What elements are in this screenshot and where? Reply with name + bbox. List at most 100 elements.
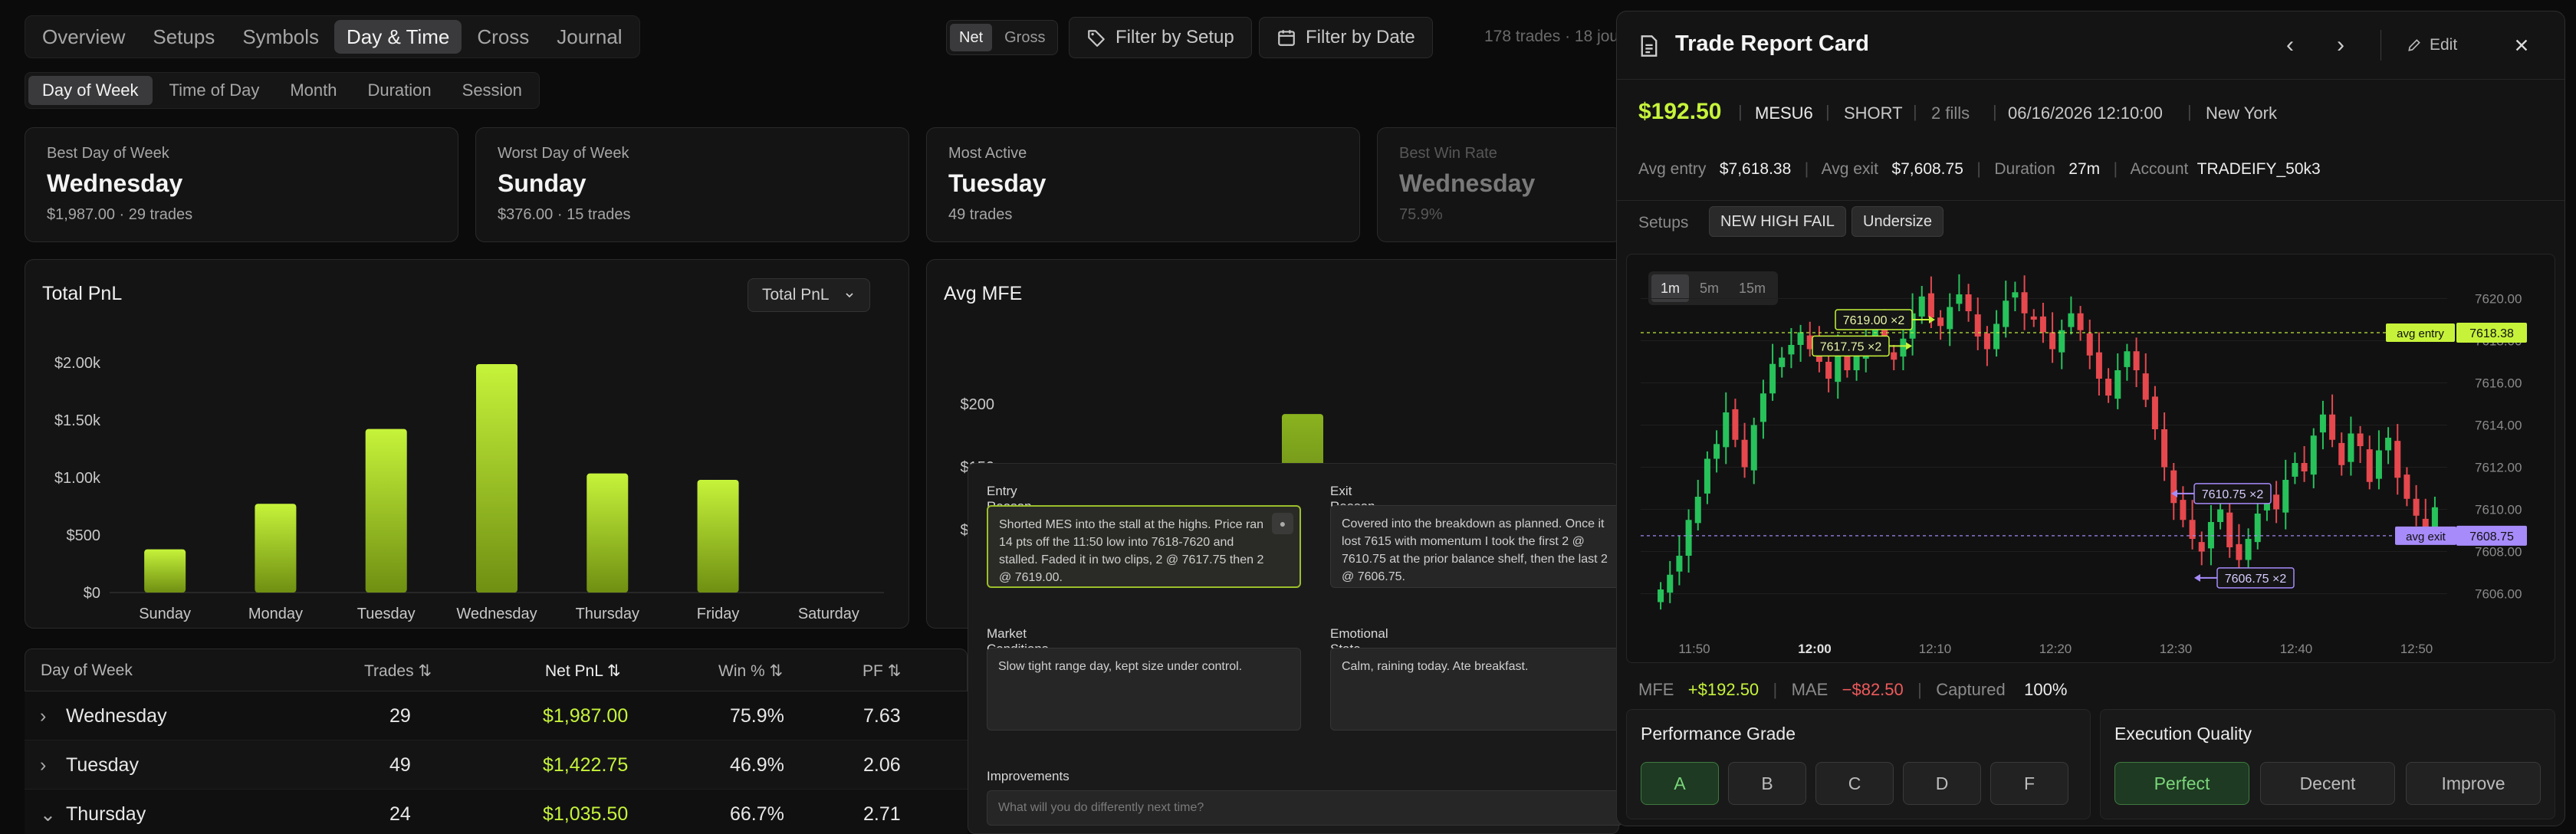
candle-body xyxy=(2039,316,2046,333)
setup-tag-undersize[interactable]: Undersize xyxy=(1852,206,1944,237)
market-conditions-input[interactable]: Slow tight range day, kept size under co… xyxy=(987,648,1301,731)
candle-body xyxy=(2366,449,2373,482)
tab-symbols[interactable]: Symbols xyxy=(230,20,331,54)
tab-overview[interactable]: Overview xyxy=(30,20,137,54)
improvements-input[interactable]: What will you do differently next time? xyxy=(987,790,1623,826)
candle-body xyxy=(2310,435,2317,475)
avg-entry-label: Avg entry xyxy=(1638,160,1707,178)
candle-body xyxy=(1676,556,1683,572)
candle-body xyxy=(1956,294,1963,304)
subtab-day-of-week[interactable]: Day of Week xyxy=(28,76,153,105)
stat-label: Most Active xyxy=(948,145,1027,162)
col-day[interactable]: Day of Week xyxy=(41,662,133,680)
execution-quality-section: Execution Quality Perfect Decent Improve xyxy=(2100,709,2555,819)
stat-sub: 49 trades xyxy=(948,206,1013,223)
y-tick-label: 7606.00 xyxy=(2475,587,2522,602)
candle-body xyxy=(2133,351,2140,370)
candle-body xyxy=(1732,409,1739,440)
candle-body xyxy=(1797,332,1804,345)
x-tick-label: Friday xyxy=(697,606,740,622)
filter-setup-label: Filter by Setup xyxy=(1116,27,1234,48)
col-label: Net PnL xyxy=(545,662,603,680)
exit-reason-input[interactable]: Covered into the breakdown as planned. O… xyxy=(1330,505,1622,588)
tab-cross[interactable]: Cross xyxy=(465,20,541,54)
grade-c-button[interactable]: C xyxy=(1815,762,1894,805)
candle-body xyxy=(2236,543,2242,560)
next-trade-button[interactable]: › xyxy=(2325,30,2356,61)
candle-body xyxy=(1853,355,1860,370)
subtab-session[interactable]: Session xyxy=(449,76,536,105)
separator: | xyxy=(1763,680,1787,699)
subtab-month[interactable]: Month xyxy=(276,76,350,105)
net-toggle[interactable]: Net xyxy=(950,24,993,51)
subtab-duration[interactable]: Duration xyxy=(353,76,445,105)
execution-quality-label: Execution Quality xyxy=(2114,724,2252,744)
tag-icon xyxy=(1088,30,1105,47)
candle-body xyxy=(2012,292,2019,298)
setups-label: Setups xyxy=(1638,214,1689,231)
col-net-pnl[interactable]: Net PnL ⇅ xyxy=(545,662,621,681)
table-row[interactable]: › Wednesday 29 $1,987.00 75.9% 7.63 xyxy=(25,691,968,740)
chevron-right-icon[interactable]: › xyxy=(40,754,46,777)
x-tick-label: Sunday xyxy=(139,606,191,622)
subtab-time-of-day[interactable]: Time of Day xyxy=(156,76,274,105)
table-row[interactable]: ⌄ Thursday 24 $1,035.50 66.7% 2.71 xyxy=(25,790,968,834)
table-row[interactable]: › Tuesday 49 $1,422.75 46.9% 2.06 xyxy=(25,740,968,790)
x-tick-label: 12:00 xyxy=(1798,642,1831,656)
fill-annotation-label: 7619.00 ×2 xyxy=(1843,314,1905,327)
candle-body xyxy=(1965,294,1972,311)
y-tick-label: $0 xyxy=(84,585,100,602)
grade-d-button[interactable]: D xyxy=(1903,762,1981,805)
bar xyxy=(144,549,186,593)
microphone-icon[interactable]: ● xyxy=(1272,513,1293,534)
separator: | xyxy=(2104,160,2127,178)
emotional-state-input[interactable]: Calm, raining today. Ate breakfast. xyxy=(1330,648,1622,731)
grade-f-button[interactable]: F xyxy=(1990,762,2068,805)
pnl-metric-select[interactable]: Total PnL xyxy=(748,278,870,312)
mae-label: MAE xyxy=(1791,680,1829,699)
grade-a-button[interactable]: A xyxy=(1641,762,1719,805)
chevron-right-icon[interactable]: › xyxy=(40,705,46,727)
stat-value: Sunday xyxy=(498,169,586,197)
trade-datetime: 06/16/2026 12:10:00 xyxy=(2008,103,2163,123)
avg-exit-tag: avg exit xyxy=(2406,530,2446,543)
cell-trades: 29 xyxy=(389,705,411,727)
exec-improve-button[interactable]: Improve xyxy=(2406,762,2541,805)
gross-toggle[interactable]: Gross xyxy=(995,24,1054,51)
close-button[interactable] xyxy=(2506,30,2537,61)
exec-decent-button[interactable]: Decent xyxy=(2260,762,2395,805)
fill-annotation-label: 7617.75 ×2 xyxy=(1820,340,1882,353)
bar xyxy=(586,473,629,593)
tab-journal[interactable]: Journal xyxy=(544,20,634,54)
candle-body xyxy=(2058,330,2065,353)
edit-button[interactable]: Edit xyxy=(2407,30,2457,61)
avg-entry-tag: avg entry xyxy=(2397,327,2444,340)
candle-body xyxy=(2394,441,2401,478)
mae-value: −$82.50 xyxy=(1842,680,1904,699)
tab-day-time[interactable]: Day & Time xyxy=(334,20,462,54)
col-trades[interactable]: Trades ⇅ xyxy=(364,662,432,681)
filter-date-button[interactable]: Filter by Date xyxy=(1259,17,1433,58)
panel-title: Trade Report Card xyxy=(1675,31,1869,56)
entry-reason-input[interactable]: Shorted MES into the stall at the highs.… xyxy=(987,505,1301,588)
x-tick-label: Wednesday xyxy=(456,606,537,622)
x-tick-label: Tuesday xyxy=(357,606,416,622)
avg-entry-value: $7,618.38 xyxy=(1719,160,1792,178)
chevron-down-icon[interactable]: ⌄ xyxy=(40,803,56,826)
filter-setup-button[interactable]: Filter by Setup xyxy=(1069,17,1252,58)
tab-setups[interactable]: Setups xyxy=(140,20,227,54)
stat-card-most-active: Most Active Tuesday 49 trades xyxy=(926,127,1360,242)
col-pf[interactable]: PF ⇅ xyxy=(863,662,901,681)
candle-body xyxy=(2124,351,2131,367)
trades-count: 178 trades · 18 jou xyxy=(1484,28,1619,45)
setup-tag-new-high-fail[interactable]: NEW HIGH FAIL xyxy=(1709,206,1846,237)
col-win-pct[interactable]: Win % ⇅ xyxy=(718,662,783,681)
chart-title: Avg MFE xyxy=(944,283,1023,304)
exec-perfect-button[interactable]: Perfect xyxy=(2114,762,2249,805)
stat-card-best-win-rate: Best Win Rate Wednesday 75.9% xyxy=(1377,127,1622,242)
net-gross-toggle: Net Gross xyxy=(946,20,1059,55)
col-label: Win % xyxy=(718,662,765,680)
prev-trade-button[interactable]: ‹ xyxy=(2275,30,2305,61)
grade-b-button[interactable]: B xyxy=(1728,762,1806,805)
candle-body xyxy=(1723,412,1730,448)
